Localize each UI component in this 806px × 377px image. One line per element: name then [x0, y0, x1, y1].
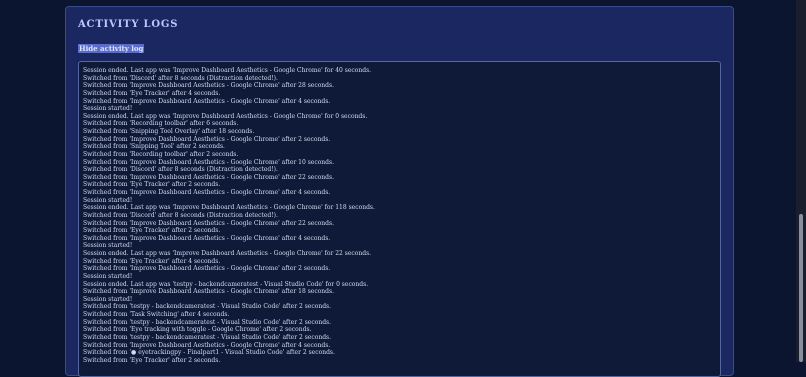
log-entry: Session started! [83, 105, 133, 113]
activity-log-list[interactable]: Session ended. Last app was 'Improve Das… [78, 61, 721, 377]
log-entry: Switched from 'Improve Dashboard Aesthet… [83, 288, 334, 296]
scrollbar-thumb[interactable] [799, 214, 803, 362]
log-entry: Switched from 'Eye Tracker' after 4 seco… [83, 89, 221, 97]
log-entry: Switched from 'Eye tracking with toggle … [83, 326, 312, 334]
log-entry: Switched from 'Snipping Tool Overlay' af… [83, 128, 255, 135]
log-entry: Switched from 'Improve Dashboard Aesthet… [83, 97, 331, 105]
log-entry: Switched from 'Task Switching' after 4 s… [83, 311, 230, 318]
log-entry: Switched from 'testpy - backendcamerates… [83, 318, 332, 326]
page-scrollbar[interactable] [796, 0, 806, 362]
log-entry: Switched from 'Recording toolbar' after … [83, 150, 239, 158]
log-entry: Switched from 'Improve Dashboard Aesthet… [83, 158, 334, 166]
log-entry: Switched from 'Eye Tracker' after 4 seco… [83, 257, 221, 265]
log-entry: Switched from 'Improve Dashboard Aesthet… [83, 219, 334, 227]
hide-activity-log-toggle[interactable]: Hide activity log [78, 44, 145, 53]
log-entry: Switched from 'Eye Tracker' after 2 seco… [83, 356, 221, 364]
log-entry: Session started! [83, 242, 133, 250]
log-entry: Switched from 'Improve Dashboard Aesthet… [83, 341, 331, 349]
log-entry: Session ended. Last app was 'testpy - ba… [83, 280, 369, 288]
log-entry: Switched from 'testpy - backendcamerates… [83, 333, 332, 341]
log-entry: Switched from 'Eye Tracker' after 2 seco… [83, 181, 221, 189]
panel-title: ACTIVITY LOGS [78, 19, 179, 30]
log-entry: Session started! [83, 272, 133, 280]
log-entry: Switched from 'Improve Dashboard Aesthet… [83, 82, 334, 90]
log-entry: Session started! [83, 295, 133, 303]
log-entry: Switched from 'Improve Dashboard Aesthet… [83, 173, 334, 181]
log-entry: Session ended. Last app was 'Improve Das… [83, 67, 372, 74]
log-entry: Switched from 'Improve Dashboard Aesthet… [83, 135, 331, 143]
log-entry: Switched from '● eyetrackingpy - Finalpa… [83, 349, 335, 357]
log-entry: Session started! [83, 196, 133, 204]
activity-logs-panel: ACTIVITY LOGS Hide activity log Session … [65, 6, 734, 377]
log-entry: Switched from 'Snipping Tool' after 2 se… [83, 143, 225, 151]
log-entry: Session ended. Last app was 'Improve Das… [83, 204, 375, 212]
log-entry: Session ended. Last app was 'Improve Das… [83, 112, 368, 120]
log-entry: Switched from 'Discord' after 8 seconds … [83, 74, 278, 82]
log-entry: Switched from 'Improve Dashboard Aesthet… [83, 234, 331, 242]
log-entry: Switched from 'Eye Tracker' after 2 seco… [83, 227, 221, 235]
log-entry: Switched from 'Improve Dashboard Aesthet… [83, 189, 331, 196]
log-entry: Switched from 'testpy - backendcamerates… [83, 303, 332, 311]
log-entry: Switched from 'Discord' after 8 seconds … [83, 211, 278, 219]
log-entry: Session ended. Last app was 'Improve Das… [83, 250, 372, 257]
log-entry: Switched from 'Improve Dashboard Aesthet… [83, 265, 331, 273]
log-entry: Switched from 'Recording toolbar' after … [83, 120, 239, 128]
log-entry: Switched from 'Discord' after 8 seconds … [83, 166, 278, 174]
